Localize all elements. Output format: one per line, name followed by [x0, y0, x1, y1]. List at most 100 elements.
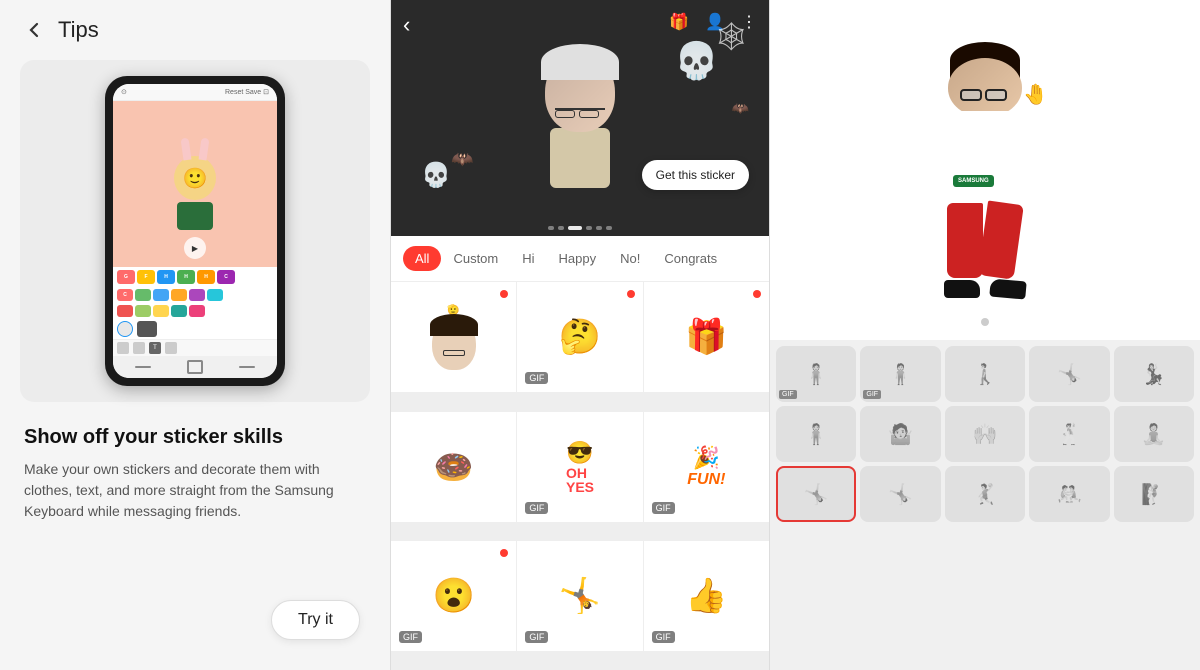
sticker-cell-ohyes[interactable]: 😎 OHYES GIF: [517, 412, 642, 522]
try-it-button[interactable]: Try it: [271, 600, 360, 640]
filter-tab-congrats[interactable]: Congrats: [652, 246, 729, 271]
pose-cell-3[interactable]: 🚶: [945, 346, 1025, 402]
sticker-fun-text: 🎉 FUN!: [687, 445, 725, 489]
avatar-shoes: [944, 280, 1026, 298]
pose-figure-15: 🧗: [1141, 482, 1166, 507]
sticker-emoji-gift: 🎁: [685, 317, 727, 357]
phone-top-bar: ⊙ Reset Save ⊡: [113, 84, 277, 101]
sticker-grid: 🫡 🤔 GIF 🎁 🍩 😎 OHYES GI: [391, 282, 769, 670]
sticker-b2: [135, 305, 151, 317]
pose-gif-badge-1: GIF: [779, 390, 797, 399]
phone-profile-row: [113, 319, 277, 339]
sticker-emoji-thumbs: 👍: [685, 576, 727, 616]
phone-emoji-row: C: [113, 287, 277, 303]
pose-cell-5[interactable]: 💃: [1114, 346, 1194, 402]
phone-camera-icon: ⊙: [121, 88, 127, 96]
filter-tab-hi[interactable]: Hi: [510, 246, 546, 271]
pose-cell-13[interactable]: 🤾: [945, 466, 1025, 522]
sticker-emoji-donut: 🍩: [434, 448, 474, 486]
phone-bottom-nav: [113, 356, 277, 378]
pose-cell-2[interactable]: 🧍 GIF: [860, 346, 940, 402]
carousel-dot-1: [548, 226, 554, 230]
get-sticker-bubble[interactable]: Get this sticker: [642, 160, 749, 190]
pose-cell-10[interactable]: 🧘: [1114, 406, 1194, 462]
tips-title: Tips: [58, 17, 99, 43]
sticker-cell-salute[interactable]: 🫡: [391, 282, 516, 392]
sticker-cell-gift[interactable]: 🎁: [644, 282, 769, 392]
sticker-avatar-area: 🕸 💀 💀 🦇 🦇 Get this sticker: [391, 0, 769, 220]
phone-toolbar: T: [113, 339, 277, 356]
sticker-cell-thumbs[interactable]: 👍 GIF: [644, 541, 769, 651]
pose-figure-13: 🤾: [973, 482, 998, 507]
filter-tab-no[interactable]: No!: [608, 246, 652, 271]
profile-icon: [137, 321, 157, 337]
pose-figure-11: 🤸: [804, 482, 829, 507]
sticker-emoji-lay: 🤸: [559, 576, 601, 616]
sticker-cell-face[interactable]: 😮 GIF: [391, 541, 516, 651]
pose-figure-6: 🧍: [804, 422, 829, 447]
pose-cell-1[interactable]: 🧍 GIF: [776, 346, 856, 402]
gif-badge-2: GIF: [525, 502, 548, 514]
avatar-panel: ✋ SAMSUNG: [770, 0, 1200, 670]
red-dot-2: [627, 290, 635, 298]
pose-gif-badge-2: GIF: [863, 390, 881, 399]
toolbar-icon-1: [117, 342, 129, 354]
avatar-arms: [925, 117, 1045, 187]
sticker-emoji-think: 🤔: [559, 317, 601, 357]
gif-badge-6: GIF: [652, 631, 675, 643]
sticker-character: [545, 52, 615, 188]
sticker-cute: C: [117, 289, 133, 301]
phone-top-actions: Reset Save ⊡: [225, 88, 269, 96]
sticker-cell-think[interactable]: 🤔 GIF: [517, 282, 642, 392]
sticker-5: [189, 289, 205, 301]
filter-tabs: All Custom Hi Happy No! Congrats: [391, 236, 769, 282]
bat-icon-2: 🦇: [732, 100, 749, 117]
toolbar-icon-2: [133, 342, 145, 354]
phone-screen: ⊙ Reset Save ⊡ 🙂: [113, 84, 277, 378]
pose-figure-4: 🤸: [1057, 362, 1082, 387]
phone-content: 🙂 ▶: [113, 101, 277, 267]
avatar-right-leg: [977, 200, 1023, 279]
nav-home: [187, 360, 203, 374]
pose-cell-4[interactable]: 🤸: [1029, 346, 1109, 402]
toolbar-icon-4: [165, 342, 177, 354]
pose-cell-9[interactable]: 🕺: [1029, 406, 1109, 462]
sticker-cell-fun[interactable]: 🎉 FUN! GIF: [644, 412, 769, 522]
sticker-ohyes-text: 😎 OHYES: [566, 440, 594, 494]
pose-cell-8[interactable]: 🙌: [945, 406, 1025, 462]
avatar-glasses: [960, 89, 1010, 101]
sticker-thumb-5: H: [197, 270, 215, 284]
carousel-dot-4: [586, 226, 592, 230]
pose-figure-3: 🚶: [973, 362, 998, 387]
avatar-left-arm: [913, 115, 943, 187]
pose-figure-8: 🙌: [973, 422, 998, 447]
pose-cell-14[interactable]: 🤼: [1029, 466, 1109, 522]
pose-cell-12[interactable]: 🤸: [860, 466, 940, 522]
red-dot-4: [500, 549, 508, 557]
sticker-b4: [171, 305, 187, 317]
sticker-cell-donut[interactable]: 🍩: [391, 412, 516, 522]
avatar-left-shoe: [944, 280, 980, 298]
pose-figure-5: 💃: [1141, 362, 1166, 387]
play-button[interactable]: ▶: [184, 237, 206, 259]
back-button[interactable]: [20, 16, 48, 44]
pose-cell-7[interactable]: 🤷: [860, 406, 940, 462]
filter-tab-happy[interactable]: Happy: [547, 246, 609, 271]
sticker-emoji-salute: 🫡: [432, 305, 476, 370]
sticker-cell-lay[interactable]: 🤸 GIF: [517, 541, 642, 651]
pose-figure-7: 🤷: [888, 422, 913, 447]
sticker-6: [207, 289, 223, 301]
filter-tab-custom[interactable]: Custom: [441, 246, 510, 271]
pose-cell-15[interactable]: 🧗: [1114, 466, 1194, 522]
phone-frame: ⊙ Reset Save ⊡ 🙂: [105, 76, 285, 386]
pose-cell-11[interactable]: 🤸: [776, 466, 856, 522]
sticker-header: ‹ 🎁 👤 ⋮ 🕸 💀 💀 🦇 🦇: [391, 0, 769, 220]
filter-tab-all[interactable]: All: [403, 246, 441, 271]
avatar-right-shoe: [989, 278, 1026, 299]
pose-selection-grid: 🧍 GIF 🧍 GIF 🚶 🤸 💃 🧍 🤷: [770, 340, 1200, 670]
pose-figure-9: 🕺: [1057, 422, 1082, 447]
sticker-4: [171, 289, 187, 301]
tips-panel: Tips ⊙ Reset Save ⊡: [0, 0, 390, 670]
avatar-hand-pose: ✋: [1023, 82, 1048, 107]
pose-cell-6[interactable]: 🧍: [776, 406, 856, 462]
